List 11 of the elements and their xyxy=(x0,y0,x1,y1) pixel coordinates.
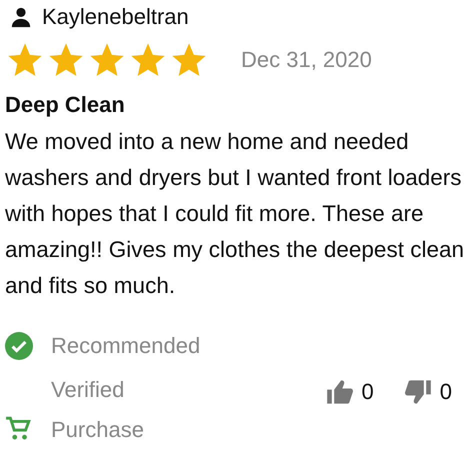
review-title: Deep Clean xyxy=(5,92,126,118)
thumbs-up-button[interactable]: 0 xyxy=(326,378,374,406)
cart-icon xyxy=(5,416,31,442)
recommended-label: Recommended xyxy=(51,333,200,359)
review-text: We moved into a new home and needed washers and dryers but I wanted front loaders with hopes that I could fit more. These are amazing!! Gives my clothes the deepest clean and fits so much. xyxy=(5,128,465,300)
verified-purchase-label: Verified Purchase xyxy=(51,376,145,444)
review-date: Dec 31, 2020 xyxy=(241,47,372,73)
author-name: Kaylenebeltran xyxy=(42,4,189,30)
check-circle-icon xyxy=(5,332,33,360)
thumbs-down-button[interactable]: 0 xyxy=(404,378,452,406)
user-icon xyxy=(10,6,32,28)
